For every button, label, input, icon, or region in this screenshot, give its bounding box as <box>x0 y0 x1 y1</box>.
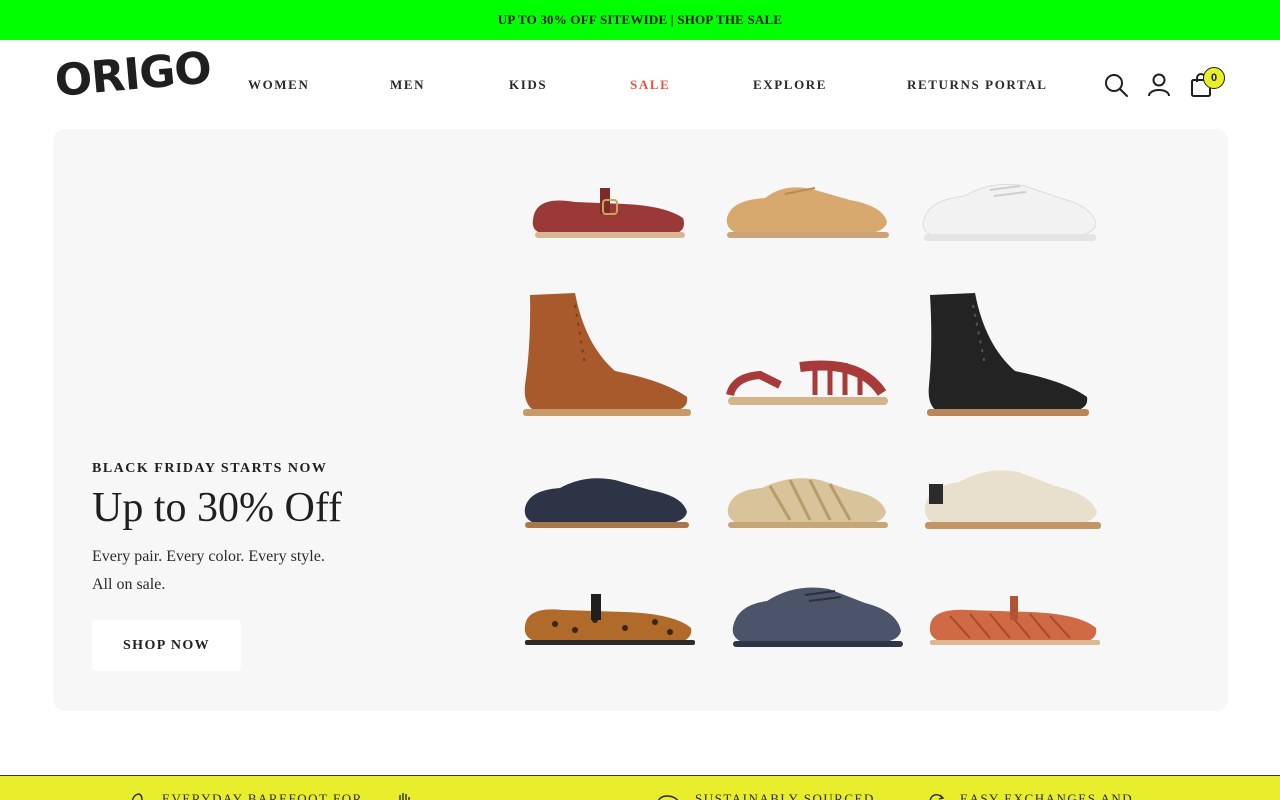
nav-explore[interactable]: EXPLORE <box>753 77 827 93</box>
shoe-collage <box>505 160 1115 685</box>
cart-count-badge[interactable]: 0 <box>1203 67 1225 89</box>
account-icon[interactable] <box>1146 72 1172 98</box>
hero-body-line-1: Every pair. Every color. Every style. <box>92 548 325 565</box>
nav-returns-portal[interactable]: RETURNS PORTAL <box>907 77 1048 93</box>
feature-label: SUSTAINABLY SOURCED <box>695 791 875 800</box>
shoe-image-gold-huarache <box>720 460 900 540</box>
search-icon[interactable] <box>1103 72 1129 98</box>
feature-label: EVERYDAY BAREFOOT FOR <box>162 791 363 800</box>
shoe-image-red-sandal <box>720 345 900 425</box>
exchange-icon <box>929 794 945 800</box>
shoe-image-tan-oxford <box>715 160 905 260</box>
nav-men[interactable]: MEN <box>390 77 425 93</box>
feature-everyday-barefoot: EVERYDAY BAREFOOT FOR <box>130 791 363 800</box>
shoe-image-orange-woven-flat <box>920 580 1110 660</box>
feature-label: EASY EXCHANGES AND <box>960 791 1134 800</box>
site-header: ORIGO WOMEN MEN KIDS SALE EXPLORE RETURN… <box>0 40 1280 128</box>
hero-headline: Up to 30% Off <box>92 485 343 531</box>
feature-hand-icon-wrap <box>396 791 428 800</box>
announcement-bar[interactable]: UP TO 30% OFF SITEWIDE | SHOP THE SALE <box>0 0 1280 40</box>
hero-kicker: BLACK FRIDAY STARTS NOW <box>92 461 328 476</box>
foot-icon <box>131 793 143 800</box>
nav-sale[interactable]: SALE <box>630 77 670 93</box>
shoe-image-grey-sneaker <box>725 575 905 660</box>
hero-body-line-2: All on sale. <box>92 576 166 593</box>
nav-women[interactable]: WOMEN <box>248 77 309 93</box>
shoe-image-leopard-mary-jane <box>515 580 705 660</box>
shoe-image-navy-oxford <box>515 460 705 540</box>
shoe-image-cream-sneaker <box>915 460 1110 540</box>
shoe-image-black-boot <box>915 285 1110 425</box>
origo-logo[interactable]: ORIGO <box>53 42 213 106</box>
shoe-image-white-sneaker <box>910 160 1110 260</box>
shoe-image-brown-boot <box>505 285 700 425</box>
shoe-image-red-mary-jane <box>515 160 705 260</box>
nav-kids[interactable]: KIDS <box>509 77 547 93</box>
announcement-text[interactable]: UP TO 30% OFF SITEWIDE | SHOP THE SALE <box>498 12 783 28</box>
feature-strip: EVERYDAY BAREFOOT FOR SUSTAINABLY SOURCE… <box>0 775 1280 800</box>
shop-now-button[interactable]: SHOP NOW <box>92 620 241 671</box>
feature-easy-exchanges: EASY EXCHANGES AND <box>928 791 1133 800</box>
cow-icon <box>657 795 679 800</box>
hand-icon <box>399 793 410 800</box>
feature-sustainably-sourced: SUSTAINABLY SOURCED <box>655 791 875 800</box>
